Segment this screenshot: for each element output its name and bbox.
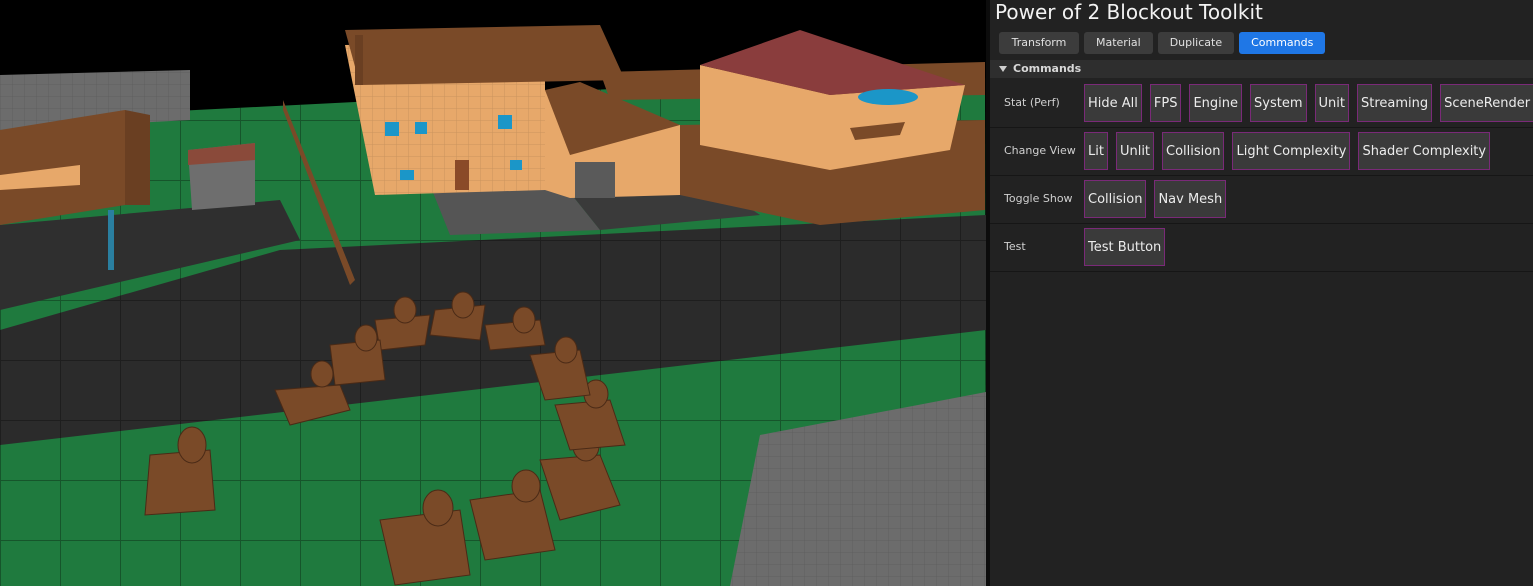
unlit-button[interactable]: Unlit: [1115, 132, 1155, 170]
row-label: Test: [1004, 240, 1026, 253]
row-test: Test Test Button: [990, 224, 1533, 272]
unit-button[interactable]: Unit: [1314, 84, 1349, 122]
tab-material[interactable]: Material: [1084, 32, 1153, 54]
row-toggle-show: Toggle Show Collision Nav Mesh: [990, 176, 1533, 224]
test-button[interactable]: Test Button: [1084, 228, 1166, 266]
level-viewport[interactable]: [0, 0, 986, 586]
commands-list: Stat (Perf) Hide All FPS Engine System U…: [990, 80, 1533, 272]
collision-toggle-button[interactable]: Collision: [1084, 180, 1147, 218]
section-label: Commands: [1013, 62, 1082, 75]
system-button[interactable]: System: [1250, 84, 1307, 122]
fps-button[interactable]: FPS: [1149, 84, 1182, 122]
engine-button[interactable]: Engine: [1189, 84, 1243, 122]
row-label: Stat (Perf): [1004, 96, 1060, 109]
tab-commands[interactable]: Commands: [1239, 32, 1326, 54]
streaming-button[interactable]: Streaming: [1356, 84, 1433, 122]
scenerender-button[interactable]: SceneRender: [1440, 84, 1533, 122]
row-label: Toggle Show: [1004, 192, 1073, 205]
nav-mesh-button[interactable]: Nav Mesh: [1154, 180, 1227, 218]
chevron-down-icon: [999, 65, 1007, 72]
light-complexity-button[interactable]: Light Complexity: [1232, 132, 1351, 170]
panel-title: Power of 2 Blockout Toolkit: [995, 0, 1263, 24]
tab-bar: Transform Material Duplicate Commands: [999, 32, 1326, 54]
collision-view-button[interactable]: Collision: [1162, 132, 1225, 170]
lit-button[interactable]: Lit: [1084, 132, 1108, 170]
tab-transform[interactable]: Transform: [999, 32, 1079, 54]
row-stat-perf: Stat (Perf) Hide All FPS Engine System U…: [990, 80, 1533, 128]
row-label: Change View: [1004, 144, 1076, 157]
tab-duplicate[interactable]: Duplicate: [1157, 32, 1235, 54]
scene-render: [0, 0, 986, 586]
hide-all-button[interactable]: Hide All: [1084, 84, 1142, 122]
row-change-view: Change View Lit Unlit Collision Light Co…: [990, 128, 1533, 176]
blockout-toolkit-panel: Power of 2 Blockout Toolkit Transform Ma…: [990, 0, 1533, 586]
shader-complexity-button[interactable]: Shader Complexity: [1358, 132, 1491, 170]
commands-section-header[interactable]: Commands: [990, 60, 1533, 78]
